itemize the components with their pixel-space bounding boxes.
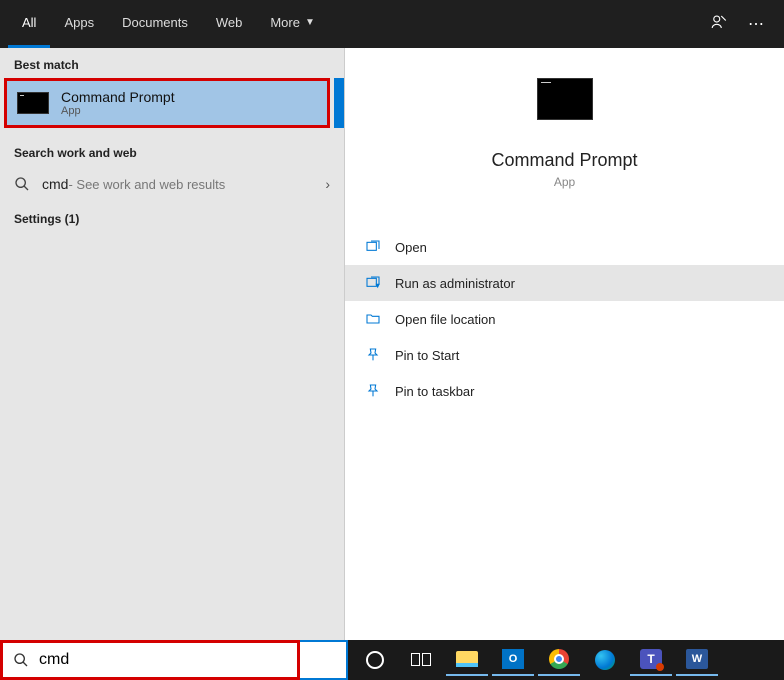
- action-open[interactable]: Open: [345, 229, 784, 265]
- action-label: Open file location: [395, 312, 495, 327]
- tab-apps[interactable]: Apps: [50, 0, 108, 48]
- search-box[interactable]: [0, 640, 300, 680]
- preview-subtitle: App: [554, 175, 575, 189]
- selection-indicator: [334, 78, 344, 128]
- more-icon[interactable]: ⋯: [748, 14, 764, 34]
- action-label: Pin to taskbar: [395, 384, 475, 399]
- teams-icon[interactable]: T: [630, 644, 672, 676]
- web-hint: - See work and web results: [68, 177, 225, 192]
- search-input[interactable]: [39, 651, 287, 669]
- feedback-icon[interactable]: [710, 13, 728, 36]
- word-icon[interactable]: W: [676, 644, 718, 676]
- result-title: Command Prompt: [61, 89, 175, 105]
- tab-more[interactable]: More▼: [256, 0, 329, 48]
- action-label: Run as administrator: [395, 276, 515, 291]
- taskbar: O T W: [348, 640, 784, 680]
- action-run-admin[interactable]: Run as administrator: [345, 265, 784, 301]
- preview-cmd-icon: [537, 78, 593, 120]
- tab-documents[interactable]: Documents: [108, 0, 202, 48]
- chrome-icon[interactable]: [538, 644, 580, 676]
- cortana-icon[interactable]: [354, 644, 396, 676]
- file-explorer-icon[interactable]: [446, 644, 488, 676]
- preview-pane: Command Prompt App Open Run as administr…: [344, 48, 784, 640]
- action-open-location[interactable]: Open file location: [345, 301, 784, 337]
- chevron-right-icon: ›: [325, 176, 330, 192]
- tab-web[interactable]: Web: [202, 0, 257, 48]
- action-label: Pin to Start: [395, 348, 459, 363]
- section-search-web: Search work and web: [0, 136, 344, 166]
- web-query: cmd: [42, 176, 68, 192]
- results-pane: Best match Command Prompt App Search wor…: [0, 48, 344, 640]
- preview-title: Command Prompt: [491, 150, 637, 171]
- section-settings[interactable]: Settings (1): [0, 202, 344, 232]
- action-pin-start[interactable]: Pin to Start: [345, 337, 784, 373]
- tab-all[interactable]: All: [8, 0, 50, 48]
- search-icon: [13, 652, 29, 668]
- outlook-icon[interactable]: O: [492, 644, 534, 676]
- cmd-icon: [17, 92, 49, 114]
- search-icon: [14, 176, 30, 192]
- best-match-result[interactable]: Command Prompt App: [4, 78, 330, 128]
- action-pin-taskbar[interactable]: Pin to taskbar: [345, 373, 784, 409]
- edge-icon[interactable]: [584, 644, 626, 676]
- chevron-down-icon: ▼: [305, 17, 315, 28]
- search-edge: [300, 640, 348, 680]
- action-label: Open: [395, 240, 427, 255]
- result-subtitle: App: [61, 105, 175, 117]
- web-search-result[interactable]: cmd - See work and web results ›: [0, 166, 344, 202]
- search-bar: O T W: [0, 640, 784, 680]
- task-view-icon[interactable]: [400, 644, 442, 676]
- search-tabs-bar: All Apps Documents Web More▼ ⋯: [0, 0, 784, 48]
- action-list: Open Run as administrator Open file loca…: [345, 229, 784, 409]
- section-best-match: Best match: [0, 48, 344, 78]
